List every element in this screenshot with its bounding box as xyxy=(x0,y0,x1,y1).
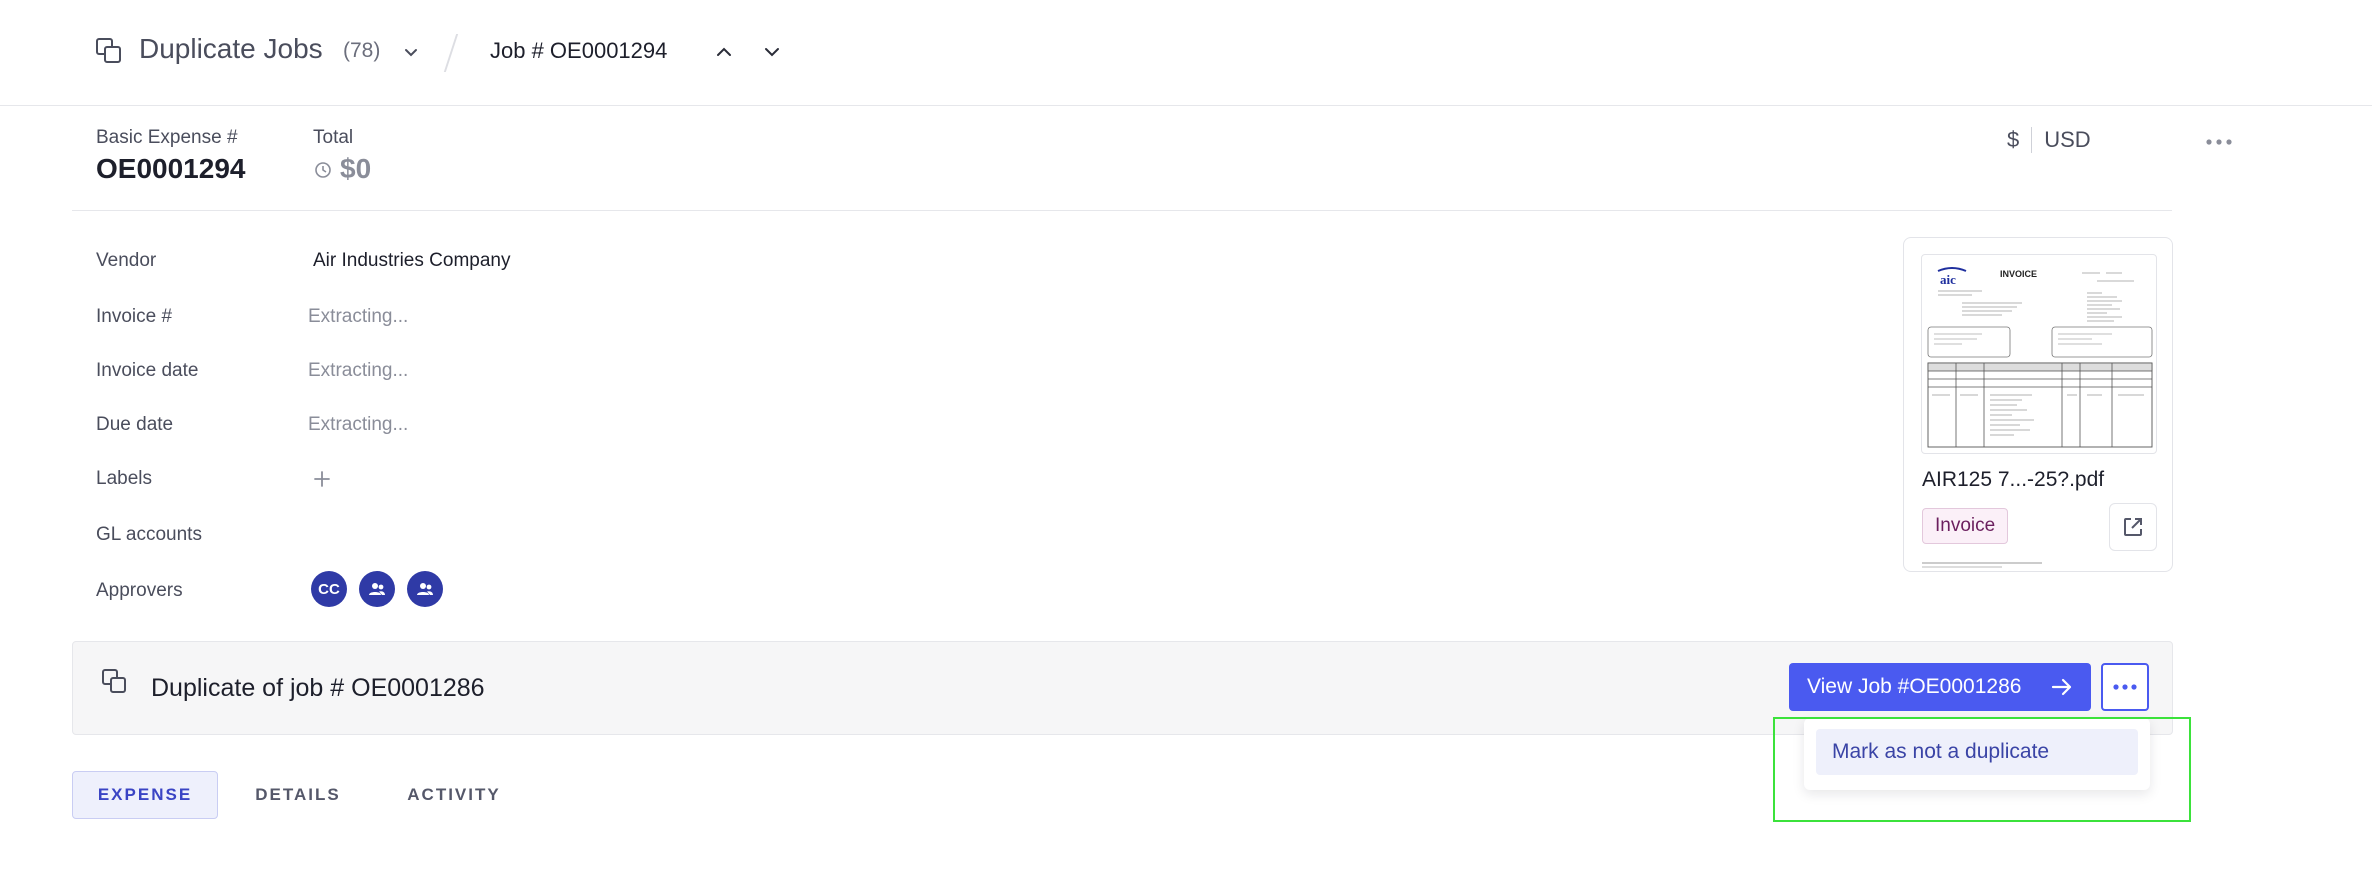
duplicate-options-menu: Mark as not a duplicate xyxy=(1804,718,2150,790)
vendor-label: Vendor xyxy=(96,250,157,271)
approver-group-icon[interactable] xyxy=(407,571,443,607)
document-footer-preview xyxy=(1922,562,2042,568)
chevron-down-icon[interactable] xyxy=(400,41,422,63)
currency-symbol: $ xyxy=(2007,127,2020,152)
next-job-chevron-down-icon[interactable] xyxy=(758,38,786,66)
invoice-date-value[interactable]: Extracting... xyxy=(308,360,408,382)
expense-summary: Basic Expense # OE0001294 Total $0 $ USD xyxy=(72,107,2232,211)
approver-avatar-cc[interactable]: CC xyxy=(311,571,347,607)
duplicate-of-text: Duplicate of job # OE0001286 xyxy=(151,674,485,702)
duplicate-icon xyxy=(102,669,126,693)
total-value: $0 xyxy=(340,153,372,184)
labels-label: Labels xyxy=(96,468,152,489)
more-options-icon xyxy=(2113,684,2137,690)
expense-number: OE0001294 xyxy=(96,153,246,184)
currency-selector[interactable]: $ USD xyxy=(2007,127,2091,153)
total-label: Total xyxy=(313,127,354,148)
invoice-number-label: Invoice # xyxy=(96,306,173,327)
external-link-icon xyxy=(2124,518,2142,536)
invoice-number-value[interactable]: Extracting... xyxy=(308,306,408,328)
svg-text:aic: aic xyxy=(1940,272,1956,287)
duplicate-count: (78) xyxy=(343,39,381,62)
approver-group-icon[interactable] xyxy=(359,571,395,607)
breadcrumb-separator xyxy=(443,34,459,72)
breadcrumb-duplicate-jobs[interactable]: Duplicate Jobs xyxy=(139,33,323,65)
view-original-job-button[interactable]: View Job #OE0001286 xyxy=(1789,663,2091,711)
duplicate-icon xyxy=(96,38,121,63)
previous-job-chevron-up-icon[interactable] xyxy=(710,38,738,66)
svg-text:INVOICE: INVOICE xyxy=(2000,269,2037,279)
gl-accounts-label: GL accounts xyxy=(96,524,202,545)
due-date-label: Due date xyxy=(96,414,174,435)
open-document-button[interactable] xyxy=(2109,503,2157,551)
clock-icon xyxy=(315,162,331,178)
tab-expense[interactable]: EXPENSE xyxy=(72,771,218,819)
expense-number-label: Basic Expense # xyxy=(96,127,238,148)
tab-details[interactable]: DETAILS xyxy=(246,771,350,819)
duplicate-more-options-button[interactable] xyxy=(2101,663,2149,711)
approvers-label: Approvers xyxy=(96,580,183,601)
current-job-label: Job # OE0001294 xyxy=(490,38,668,63)
more-options-icon[interactable] xyxy=(2202,129,2236,155)
invoice-thumbnail[interactable]: aic INVOICE xyxy=(1921,254,2157,454)
arrow-right-icon xyxy=(2051,678,2072,696)
tab-activity[interactable]: ACTIVITY xyxy=(396,771,512,819)
due-date-value[interactable]: Extracting... xyxy=(308,414,408,436)
add-label-plus-icon[interactable] xyxy=(311,468,333,490)
mark-not-duplicate-menu-item[interactable]: Mark as not a duplicate xyxy=(1816,729,2138,775)
top-bar: Duplicate Jobs (78) Job # OE0001294 xyxy=(0,0,2372,106)
currency-code: USD xyxy=(2044,127,2091,152)
document-file-name[interactable]: AIR125 7...-25?.pdf xyxy=(1922,468,2104,492)
vendor-value[interactable]: Air Industries Company xyxy=(313,250,510,272)
view-job-label: View Job #OE0001286 xyxy=(1807,675,2022,698)
document-type-badge: Invoice xyxy=(1922,508,2009,544)
document-card: aic INVOICE AIR125 7...-25?.pdf Invoice xyxy=(1903,237,2173,572)
invoice-date-label: Invoice date xyxy=(96,360,199,381)
